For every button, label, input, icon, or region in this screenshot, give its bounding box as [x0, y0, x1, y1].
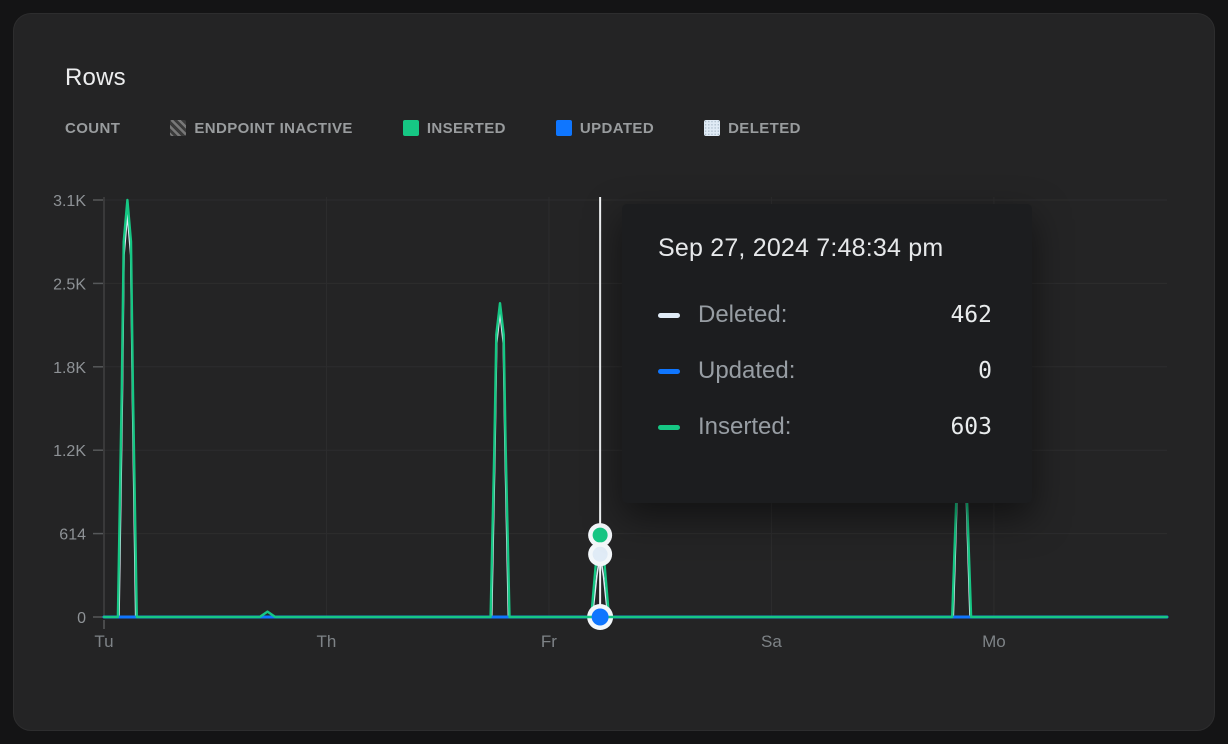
hover-dot-inserted — [593, 528, 608, 543]
y-tick-label: 3.1K — [53, 193, 86, 210]
x-tick-label: Fr — [541, 632, 557, 651]
tooltip-row-value: 603 — [950, 414, 992, 440]
y-tick-label: 1.8K — [53, 360, 86, 377]
chart-tooltip: Sep 27, 2024 7:48:34 pm Deleted: 462 Upd… — [622, 204, 1032, 503]
x-tick-label: Tu — [94, 632, 113, 651]
tooltip-row-inserted: Inserted: 603 — [658, 413, 992, 441]
y-tick-label: 1.2K — [53, 443, 86, 460]
x-tick-label: Th — [317, 632, 337, 651]
x-tick-label: Mo — [982, 632, 1006, 651]
updated-dash-icon — [658, 369, 680, 374]
y-tick-label: 0 — [77, 610, 86, 627]
inserted-dash-icon — [658, 425, 680, 430]
tooltip-row-label: Deleted: — [698, 301, 950, 329]
tooltip-row-label: Updated: — [698, 357, 978, 385]
tooltip-row-value: 462 — [950, 302, 992, 328]
hover-dot-deleted — [593, 547, 608, 562]
tooltip-row-updated: Updated: 0 — [658, 357, 992, 385]
x-tick-label: Sa — [761, 632, 782, 651]
dashboard-page: Rows COUNT ENDPOINT INACTIVE INSERTED UP… — [0, 0, 1228, 744]
deleted-dash-icon — [658, 313, 680, 318]
rows-time-series-chart[interactable]: 0 614 1.2K 1.8K 2.5K 3.1K Tu Th Fr Sa Mo — [0, 0, 1228, 744]
tooltip-row-label: Inserted: — [698, 413, 950, 441]
tooltip-timestamp: Sep 27, 2024 7:48:34 pm — [658, 234, 992, 263]
y-tick-label: 614 — [59, 527, 86, 544]
tooltip-row-deleted: Deleted: 462 — [658, 301, 992, 329]
y-tick-label: 2.5K — [53, 276, 86, 293]
hover-dot-updated — [592, 609, 609, 626]
tooltip-row-value: 0 — [978, 358, 992, 384]
